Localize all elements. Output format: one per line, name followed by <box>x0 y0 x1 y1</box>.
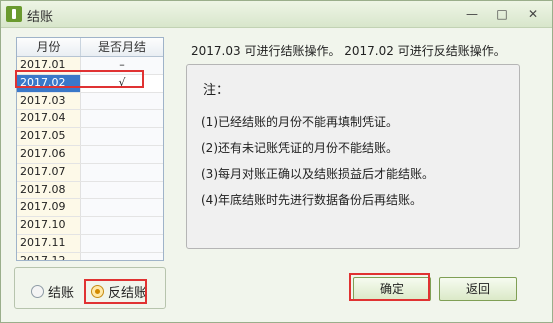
cell-month: 2017.09 <box>17 199 81 217</box>
table-row[interactable]: 2017.09 <box>17 199 163 218</box>
radio-close[interactable]: 结账 <box>31 282 74 301</box>
cell-month: 2017.11 <box>17 234 81 252</box>
cell-closed <box>81 199 163 217</box>
grid-header: 月份 是否月结 <box>17 38 163 57</box>
header-month: 月份 <box>17 38 81 56</box>
mode-radio-group: 结账 反结账 <box>14 267 166 309</box>
app-icon <box>6 6 22 22</box>
radio-reverse-close-label: 反结账 <box>108 286 148 301</box>
cell-month: 2017.04 <box>17 110 81 128</box>
status-line: 2017.03 可进行结账操作。 2017.02 可进行反结账操作。 <box>191 44 506 58</box>
table-row[interactable]: 2017.03 <box>17 92 163 111</box>
cell-month: 2017.08 <box>17 181 81 199</box>
cell-closed: √ <box>81 74 163 92</box>
note-item: (1)已经结账的月份不能再填制凭证。 <box>201 115 398 129</box>
close-icon[interactable]: ✕ <box>526 7 540 21</box>
cell-closed <box>81 128 163 145</box>
ok-button[interactable]: 确定 <box>353 277 431 301</box>
cell-closed <box>81 145 163 163</box>
maximize-icon[interactable]: □ <box>495 7 509 21</box>
cell-month: 2017.07 <box>17 163 81 181</box>
notes-panel: 注： (1)已经结账的月份不能再填制凭证。 (2)还有未记账凭证的月份不能结账。… <box>186 64 520 249</box>
note-item: (4)年底结账时先进行数据备份后再结账。 <box>201 193 422 207</box>
cell-closed <box>81 234 163 252</box>
table-row[interactable]: 2017.04 <box>17 110 163 129</box>
cell-month: 2017.05 <box>17 128 81 145</box>
table-row[interactable]: 2017.05 <box>17 128 163 146</box>
table-row[interactable]: 2017.12 <box>17 252 163 260</box>
cell-closed <box>81 252 163 260</box>
month-grid: 月份 是否月结 2017.01– 2017.02 √ 2017.03 2017.0… <box>16 37 164 261</box>
note-item: (2)还有未记账凭证的月份不能结账。 <box>201 141 398 155</box>
cell-month: 2017.06 <box>17 145 81 163</box>
radio-reverse-close[interactable]: 反结账 <box>91 282 147 301</box>
minimize-icon[interactable]: — <box>465 7 479 21</box>
cell-month: 2017.03 <box>17 92 81 110</box>
cell-month: 2017.10 <box>17 217 81 234</box>
radio-checked-icon <box>91 285 104 298</box>
cell-closed <box>81 217 163 234</box>
cell-month: 2017.02 <box>17 74 81 92</box>
header-closed: 是否月结 <box>97 40 146 54</box>
cell-closed <box>81 163 163 181</box>
table-row[interactable]: 2017.07 <box>17 163 163 182</box>
cell-month: 2017.12 <box>17 252 81 260</box>
table-row[interactable]: 2017.10 <box>17 217 163 235</box>
note-item: (3)每月对账正确以及结账损益后才能结账。 <box>201 167 434 181</box>
cell-month: 2017.01 <box>17 57 81 74</box>
table-row[interactable]: 2017.11 <box>17 234 163 253</box>
table-row[interactable]: 2017.08 <box>17 181 163 200</box>
radio-close-label: 结账 <box>48 286 75 301</box>
back-button[interactable]: 返回 <box>439 277 517 301</box>
table-row[interactable]: 2017.06 <box>17 145 163 164</box>
cell-closed: – <box>81 57 163 74</box>
window-title: 结账 <box>27 10 54 25</box>
cell-closed <box>81 110 163 128</box>
cell-closed <box>81 181 163 199</box>
cell-closed <box>81 92 163 110</box>
radio-unchecked-icon <box>31 285 44 298</box>
table-row[interactable]: 2017.01– <box>17 57 163 75</box>
table-row-selected[interactable]: 2017.02 √ <box>17 74 163 93</box>
notes-title: 注： <box>203 83 230 98</box>
title-bar: 结账 — □ ✕ <box>1 1 552 28</box>
